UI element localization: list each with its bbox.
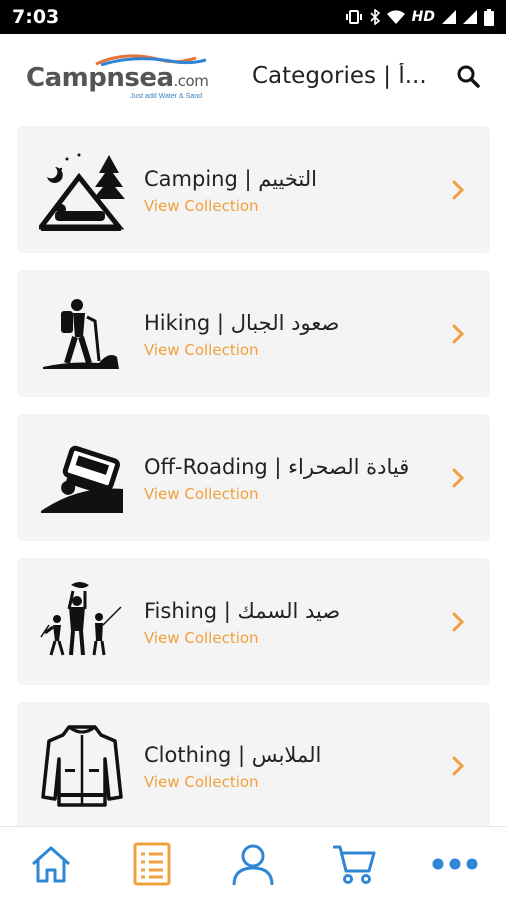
bottom-navigation	[0, 826, 506, 900]
nav-profile-button[interactable]	[223, 834, 283, 894]
wifi-icon	[386, 9, 405, 24]
category-card-hiking[interactable]: Hiking | صعود الجبال View Collection	[17, 270, 490, 397]
status-icons: HD	[345, 8, 494, 26]
fishing-icon	[40, 581, 122, 655]
logo-text: Campnsea.com	[26, 63, 242, 93]
category-text: Off-Roading | قيادة الصحراء View Collect…	[144, 453, 448, 503]
categories-list-icon	[133, 842, 171, 885]
status-bar: 7:03 HD	[0, 0, 506, 34]
category-text: Hiking | صعود الجبال View Collection	[144, 309, 448, 359]
category-card-clothing[interactable]: Clothing | الملابس View Collection	[17, 702, 490, 829]
vibrate-icon	[345, 10, 362, 24]
category-chevron[interactable]	[448, 323, 468, 345]
more-icon	[432, 858, 478, 869]
signal-icon	[442, 10, 456, 24]
category-name: Camping | التخييم	[144, 166, 317, 191]
profile-icon	[232, 844, 274, 885]
category-name: Off-Roading | قيادة الصحراء	[144, 454, 410, 479]
page-title: Categories | أ...	[252, 63, 427, 89]
nav-home-button[interactable]	[21, 834, 81, 894]
category-chevron[interactable]	[448, 755, 468, 777]
signal-icon-2	[463, 10, 477, 24]
category-text: Fishing | صيد السمك View Collection	[144, 597, 448, 647]
hiker-icon	[43, 298, 119, 369]
brand-logo[interactable]: Campnsea.com Just add Water & Sand	[26, 52, 242, 100]
nav-more-button[interactable]	[425, 834, 485, 894]
category-text: Clothing | الملابس View Collection	[144, 741, 448, 791]
status-time: 7:03	[12, 6, 60, 28]
category-name: Fishing | صيد السمك	[144, 598, 341, 623]
chevron-right-icon	[452, 612, 465, 631]
battery-icon	[484, 8, 494, 26]
category-thumb	[39, 435, 125, 521]
jacket-icon	[41, 724, 123, 807]
chevron-right-icon	[452, 180, 465, 199]
category-thumb	[39, 579, 125, 665]
logo-tagline: Just add Water & Sand	[130, 93, 202, 100]
chevron-right-icon	[452, 468, 465, 487]
search-icon	[457, 65, 480, 88]
category-chevron[interactable]	[448, 611, 468, 633]
logo-suffix: .com	[173, 72, 209, 90]
nav-cart-button[interactable]	[324, 834, 384, 894]
view-collection-link[interactable]: View Collection	[144, 773, 448, 791]
offroad-jeep-icon	[41, 445, 123, 513]
category-chevron[interactable]	[448, 179, 468, 201]
chevron-right-icon	[452, 324, 465, 343]
category-card-fishing[interactable]: Fishing | صيد السمك View Collection	[17, 558, 490, 685]
category-thumb	[39, 723, 125, 809]
view-collection-link[interactable]: View Collection	[144, 485, 448, 503]
logo-name: Campnsea	[26, 63, 174, 93]
category-text: Camping | التخييم View Collection	[144, 165, 448, 215]
category-thumb	[39, 147, 125, 233]
category-card-camping[interactable]: Camping | التخييم View Collection	[17, 126, 490, 253]
nav-categories-button[interactable]	[122, 834, 182, 894]
category-name: Clothing | الملابس	[144, 742, 322, 767]
category-name: Hiking | صعود الجبال	[144, 310, 340, 335]
view-collection-link[interactable]: View Collection	[144, 197, 448, 215]
search-button[interactable]	[454, 62, 482, 90]
app-header: Campnsea.com Just add Water & Sand Categ…	[0, 34, 506, 118]
category-card-offroading[interactable]: Off-Roading | قيادة الصحراء View Collect…	[17, 414, 490, 541]
cart-icon	[333, 845, 376, 884]
category-list: Camping | التخييم View Collection Hiking…	[17, 126, 490, 846]
home-icon	[31, 846, 70, 882]
view-collection-link[interactable]: View Collection	[144, 341, 448, 359]
category-chevron[interactable]	[448, 467, 468, 489]
category-thumb	[39, 291, 125, 377]
network-type-label: HD	[411, 9, 435, 25]
chevron-right-icon	[452, 756, 465, 775]
camping-tent-icon	[39, 153, 125, 231]
view-collection-link[interactable]: View Collection	[144, 629, 448, 647]
bluetooth-icon	[370, 9, 380, 25]
